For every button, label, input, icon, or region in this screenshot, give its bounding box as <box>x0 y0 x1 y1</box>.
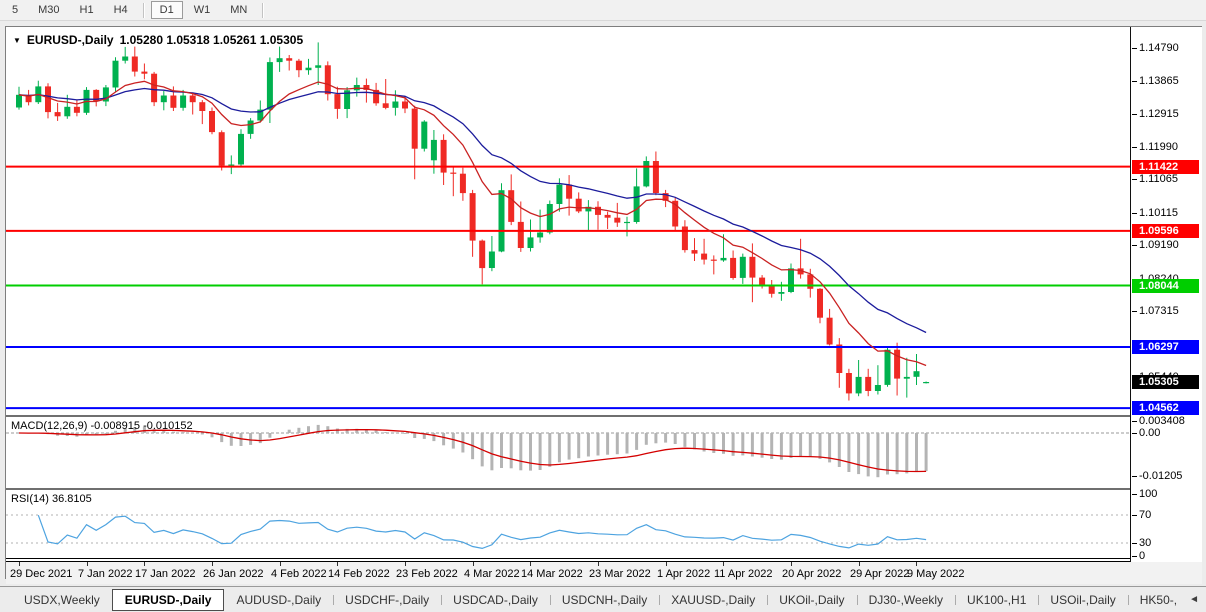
date-axis-label: 23 Mar 2022 <box>589 568 651 580</box>
chart-tab-uk100-h1[interactable]: UK100-,H1 <box>955 589 1038 611</box>
date-axis-tick <box>212 562 213 566</box>
trading-platform-screen: 5M30H1H4 D1W1MN ▼ EURUSD-,Daily 1.05280 1… <box>0 0 1206 612</box>
date-axis-tick <box>916 562 917 566</box>
date-axis-tick <box>791 562 792 566</box>
chart-ohlc-values: 1.05280 1.05318 1.05261 1.05305 <box>120 33 304 47</box>
price-level-badge: 1.09596 <box>1132 224 1199 238</box>
toolbar-separator <box>143 3 145 18</box>
date-axis-tick <box>144 562 145 566</box>
panel-separator[interactable] <box>6 415 1202 417</box>
date-axis-tick <box>280 562 281 566</box>
date-axis-tick <box>337 562 338 566</box>
toolbar-separator <box>262 3 264 18</box>
price-axis-tick: 1.14790 <box>1139 42 1179 54</box>
macd-indicator-label: MACD(12,26,9) -0.008915 -0.010152 <box>11 420 193 432</box>
date-axis-label: 11 Apr 2022 <box>714 568 773 580</box>
chart-tab-xauusd-daily[interactable]: XAUUSD-,Daily <box>659 589 767 611</box>
date-axis-label: 4 Mar 2022 <box>464 568 520 580</box>
date-axis-label: 20 Apr 2022 <box>782 568 841 580</box>
timeframe-button-m30[interactable]: M30 <box>29 1 68 19</box>
chart-tabs: USDX,WeeklyEURUSD-,DailyAUDUSD-,DailyUSD… <box>0 586 1206 612</box>
current-price-badge: 1.05305 <box>1132 375 1199 389</box>
price-axis-tick: 1.12915 <box>1139 108 1179 120</box>
date-axis-tick <box>530 562 531 566</box>
date-axis-tick <box>723 562 724 566</box>
price-axis-tick: 1.11065 <box>1139 173 1178 185</box>
timeframe-button-h1[interactable]: H1 <box>71 1 103 19</box>
tab-scroll-arrows: ◄► <box>1189 594 1206 605</box>
date-axis-label: 1 Apr 2022 <box>657 568 710 580</box>
date-axis-label: 14 Feb 2022 <box>328 568 390 580</box>
date-axis-label: 7 Jan 2022 <box>78 568 132 580</box>
price-axis-tick: 1.10115 <box>1139 207 1178 219</box>
date-axis-label: 9 May 2022 <box>907 568 964 580</box>
rsi-axis-tick: 100 <box>1139 488 1157 500</box>
date-axis-tick <box>666 562 667 566</box>
date-axis-label: 4 Feb 2022 <box>271 568 327 580</box>
rsi-indicator-label: RSI(14) 36.8105 <box>11 493 92 505</box>
chart-symbol-label: EURUSD-,Daily <box>27 33 114 47</box>
date-axis-tick <box>473 562 474 566</box>
date-axis-label: 17 Jan 2022 <box>135 568 196 580</box>
rsi-axis-tick: 70 <box>1139 509 1151 521</box>
chart-tab-usoil-daily[interactable]: USOil-,Daily <box>1038 589 1127 611</box>
date-axis-label: 23 Feb 2022 <box>396 568 458 580</box>
timeframe-toolbar: 5M30H1H4 D1W1MN <box>0 0 1206 21</box>
price-axis-tick: 1.11990 <box>1139 141 1178 153</box>
chart-tab-usdchf-daily[interactable]: USDCHF-,Daily <box>333 589 441 611</box>
date-axis-label: 29 Dec 2021 <box>10 568 72 580</box>
chart-tab-audusd-daily[interactable]: AUDUSD-,Daily <box>224 589 333 611</box>
price-level-badge: 1.08044 <box>1132 279 1199 293</box>
timeframe-button-w1[interactable]: W1 <box>185 1 220 19</box>
price-level-badge: 1.04562 <box>1132 401 1199 415</box>
chart-tab-hk50[interactable]: HK50-, <box>1128 589 1189 611</box>
price-level-badge: 1.06297 <box>1132 340 1199 354</box>
rsi-axis-tick: 30 <box>1139 537 1151 549</box>
timeframe-button-5[interactable]: 5 <box>3 1 27 19</box>
price-level-badge: 1.11422 <box>1132 160 1199 174</box>
date-axis-tick <box>598 562 599 566</box>
macd-axis-tick: -0.01205 <box>1139 470 1182 482</box>
chart-tab-dj30-weekly[interactable]: DJ30-,Weekly <box>857 589 955 611</box>
price-chart[interactable] <box>6 30 1130 415</box>
chart-tab-eurusd-daily[interactable]: EURUSD-,Daily <box>112 589 225 611</box>
chart-tab-ukoil-daily[interactable]: UKOil-,Daily <box>767 589 856 611</box>
rsi-axis-tick: 0 <box>1139 550 1145 562</box>
chart-tab-usdcad-daily[interactable]: USDCAD-,Daily <box>441 589 550 611</box>
tabs-scroll-left-button[interactable]: ◄ <box>1189 594 1199 605</box>
price-axis-tick: 1.07315 <box>1139 305 1179 317</box>
symbol-dropdown-icon[interactable]: ▼ <box>13 35 21 45</box>
panel-separator[interactable] <box>6 488 1202 490</box>
timeframe-button-h4[interactable]: H4 <box>105 1 137 19</box>
price-axis-tick: 1.13865 <box>1139 75 1179 87</box>
time-scale[interactable]: 29 Dec 2021 7 Jan 202217 Jan 2022 26 Jan 2… <box>6 562 1202 584</box>
macd-axis-tick: 0.00 <box>1139 427 1160 439</box>
date-axis-tick <box>405 562 406 566</box>
chart-tab-usdx-weekly[interactable]: USDX,Weekly <box>12 589 112 611</box>
date-axis-label: 14 Mar 2022 <box>521 568 583 580</box>
price-axis-tick: 1.09190 <box>1139 239 1179 251</box>
date-axis-label: 26 Jan 2022 <box>203 568 264 580</box>
timeframe-button-mn[interactable]: MN <box>221 1 256 19</box>
date-axis-tick <box>19 562 20 566</box>
date-axis-tick <box>87 562 88 566</box>
macd-axis-tick: 0.003408 <box>1139 415 1185 427</box>
rsi-panel-chart[interactable] <box>6 490 1130 560</box>
timeframe-button-d1[interactable]: D1 <box>151 1 183 19</box>
date-axis-tick <box>859 562 860 566</box>
chart-title[interactable]: ▼ EURUSD-,Daily 1.05280 1.05318 1.05261 … <box>13 33 303 47</box>
price-scale[interactable]: 1.14790 1.13865 1.12915 1.11990 1.11065 1.101… <box>1131 27 1202 562</box>
date-axis-label: 29 Apr 2022 <box>850 568 909 580</box>
chart-tab-usdcnh-daily[interactable]: USDCNH-,Daily <box>550 589 659 611</box>
